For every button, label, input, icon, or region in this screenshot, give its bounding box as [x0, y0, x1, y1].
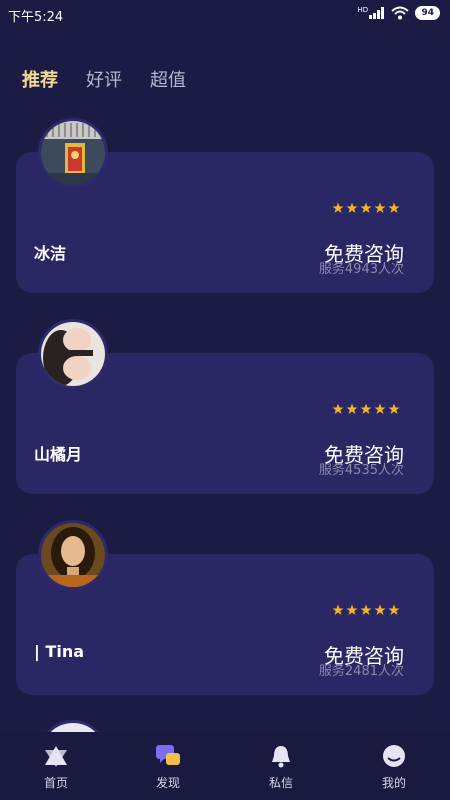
star-icon [360, 403, 372, 414]
star-icon [374, 202, 386, 213]
nav-discover-label: 发现 [155, 776, 180, 790]
tab-top-rated[interactable]: 好评 [86, 66, 122, 92]
star-icon [360, 202, 372, 213]
advisor-card[interactable]: 免费咨询 冰洁 服务4943人次 [16, 118, 434, 293]
tab-best-value[interactable]: 超值 [150, 66, 186, 92]
star-icon [388, 403, 400, 414]
rating-stars [332, 202, 400, 214]
star-icon [388, 202, 400, 213]
star-icon [346, 604, 358, 615]
advisor-name: 山橘月 [34, 445, 83, 464]
nav-home-label: 首页 [43, 776, 68, 790]
status-bar: 下午5:24 HD 94 [0, 0, 450, 30]
rating-stars [332, 604, 400, 616]
star-icon [346, 403, 358, 414]
nav-profile[interactable]: 我的 [354, 744, 434, 791]
tab-recommended[interactable]: 推荐 [22, 66, 58, 92]
chat-bubbles-icon [156, 745, 180, 765]
profile-face-icon [383, 745, 405, 767]
rating-stars [332, 403, 400, 415]
portrait-avatar-image [41, 322, 105, 386]
nav-discover[interactable]: 发现 [128, 744, 208, 791]
advisor-card[interactable]: 免费咨询 | Tina 服务2481人次 [16, 520, 434, 695]
triangle-star-icon [45, 746, 67, 767]
cell-signal-icon: HD [357, 7, 385, 19]
advisor-avatar[interactable] [38, 520, 108, 590]
status-time: 下午5:24 [8, 10, 64, 25]
bell-icon [272, 746, 290, 768]
portrait-avatar-image [41, 523, 105, 587]
star-icon [374, 604, 386, 615]
advisor-card[interactable]: 免费咨询 山橘月 服务4535人次 [16, 319, 434, 494]
service-count: 服务2481人次 [318, 664, 404, 679]
tarot-card-avatar-image [41, 121, 105, 185]
nav-messages-label: 私信 [268, 776, 293, 790]
star-icon [388, 604, 400, 615]
advisor-name: | Tina [34, 642, 84, 661]
wifi-icon [391, 6, 410, 20]
star-icon [332, 403, 344, 414]
advisor-name: 冰洁 [34, 244, 67, 263]
service-count: 服务4535人次 [318, 463, 404, 478]
network-badge: HD [357, 6, 369, 14]
advisor-avatar[interactable] [38, 319, 108, 389]
star-icon [360, 604, 372, 615]
service-count: 服务4943人次 [318, 262, 404, 277]
advisor-avatar[interactable] [38, 118, 108, 188]
nav-profile-label: 我的 [381, 776, 406, 790]
star-icon [346, 202, 358, 213]
star-icon [332, 604, 344, 615]
star-icon [332, 202, 344, 213]
nav-home[interactable]: 首页 [16, 744, 96, 791]
star-icon [374, 403, 386, 414]
battery-indicator: 94 [415, 6, 440, 20]
nav-messages[interactable]: 私信 [241, 744, 321, 791]
bottom-nav: 首页 发现 私信 我的 [0, 732, 450, 800]
category-tabs: 推荐 好评 超值 [22, 66, 186, 92]
